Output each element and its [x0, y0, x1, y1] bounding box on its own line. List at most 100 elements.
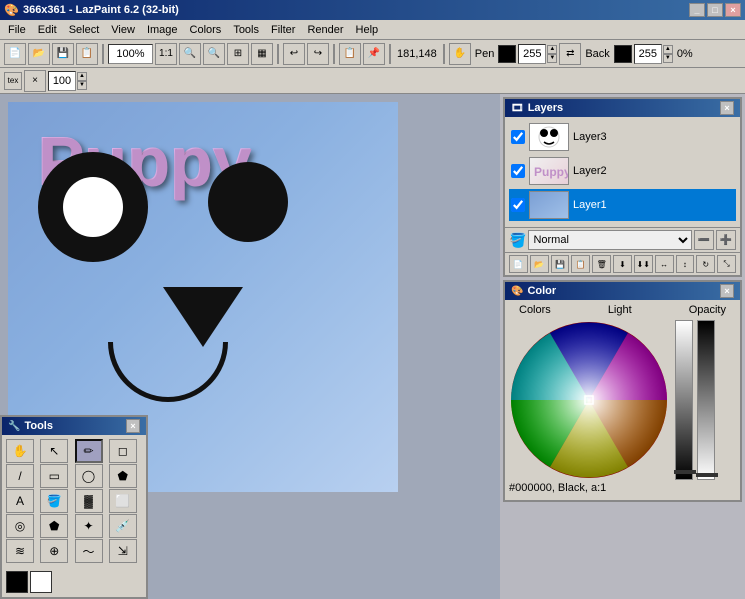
color-close-button[interactable]: ×	[720, 284, 734, 298]
zoom-out-button[interactable]: 🔍	[203, 43, 225, 65]
paste-button[interactable]: 📌	[363, 43, 385, 65]
back-spinner[interactable]: ▲ ▼	[663, 45, 673, 63]
zoom-input[interactable]	[108, 44, 153, 64]
flip-h-btn[interactable]: ↔	[655, 255, 674, 273]
fg-color-swatch[interactable]	[6, 571, 28, 593]
zoom-fit[interactable]: ⊞	[227, 43, 249, 65]
menu-filter[interactable]: Filter	[265, 22, 301, 38]
select-poly-tool[interactable]: ⬟	[40, 514, 68, 538]
opacity-text: 0%	[675, 48, 695, 60]
zoom-in-button[interactable]: 🔍	[179, 43, 201, 65]
layer3-item[interactable]: Layer3	[509, 121, 736, 153]
select-rect-tool[interactable]: ⬜	[109, 489, 137, 513]
menu-file[interactable]: File	[2, 22, 32, 38]
tex-up[interactable]: ▲	[77, 72, 87, 81]
back-value-input[interactable]	[634, 44, 662, 64]
maximize-button[interactable]: □	[707, 3, 723, 17]
layers-panel-title: 🎞 Layers ×	[505, 99, 740, 117]
menu-render[interactable]: Render	[301, 22, 349, 38]
layer3-thumb	[529, 123, 569, 151]
grid-button[interactable]: ▦	[251, 43, 273, 65]
arrow-tool[interactable]: ↖	[40, 439, 68, 463]
redo-button[interactable]: ↪	[307, 43, 329, 65]
tex-spinner[interactable]: ▲ ▼	[77, 72, 87, 90]
eraser-tool[interactable]: ◻	[109, 439, 137, 463]
layer1-item[interactable]: Layer1	[509, 189, 736, 221]
tex-value-input[interactable]	[48, 71, 76, 91]
deform-tool[interactable]: ⇲	[109, 539, 137, 563]
rect-tool[interactable]: ▭	[40, 464, 68, 488]
menu-colors[interactable]: Colors	[184, 22, 228, 38]
menu-edit[interactable]: Edit	[32, 22, 63, 38]
select-ellipse-tool[interactable]: ◎	[6, 514, 34, 538]
add-layer-btn[interactable]: 📄	[509, 255, 528, 273]
menu-image[interactable]: Image	[141, 22, 184, 38]
layers-close-button[interactable]: ×	[720, 101, 734, 115]
light-slider[interactable]	[675, 320, 693, 480]
title-text: 366x361 - LazPaint 6.2 (32-bit)	[23, 4, 179, 16]
move-tool[interactable]: ✋	[449, 43, 471, 65]
ellipse-tool[interactable]: ◯	[75, 464, 103, 488]
zoom-minus-btn[interactable]: ➖	[694, 230, 714, 250]
undo-button[interactable]: ↩	[283, 43, 305, 65]
tools-close-button[interactable]: ×	[126, 419, 140, 433]
resize-btn[interactable]: ⤡	[717, 255, 736, 273]
pen-down[interactable]: ▼	[547, 54, 557, 63]
colors-label: Colors	[519, 304, 551, 316]
hand-tool[interactable]: ✋	[6, 439, 34, 463]
layer3-checkbox[interactable]	[511, 130, 525, 144]
smudge-tool[interactable]: 〜	[75, 539, 103, 563]
menu-select[interactable]: Select	[63, 22, 106, 38]
menu-view[interactable]: View	[105, 22, 141, 38]
text-tool[interactable]: A	[6, 489, 34, 513]
back-up[interactable]: ▲	[663, 45, 673, 54]
layer1-checkbox[interactable]	[511, 198, 525, 212]
tex-down[interactable]: ▼	[77, 81, 87, 90]
opacity-slider[interactable]	[697, 320, 715, 480]
clone-tool[interactable]: ⊕	[40, 539, 68, 563]
back-color[interactable]	[614, 45, 632, 63]
save-button[interactable]: 💾	[52, 43, 74, 65]
select-magic-tool[interactable]: ✦	[75, 514, 103, 538]
layer2-item[interactable]: Puppy Layer2	[509, 155, 736, 187]
menu-tools[interactable]: Tools	[227, 22, 265, 38]
gradient-tool[interactable]: ▓	[75, 489, 103, 513]
layer2-checkbox[interactable]	[511, 164, 525, 178]
line-tool[interactable]: /	[6, 464, 34, 488]
save-layer-btn[interactable]: 💾	[551, 255, 570, 273]
back-down[interactable]: ▼	[663, 54, 673, 63]
rotate-btn[interactable]: ↻	[696, 255, 715, 273]
open-layer-btn[interactable]: 📂	[530, 255, 549, 273]
pen-color[interactable]	[498, 45, 516, 63]
new-button[interactable]: 📄	[4, 43, 26, 65]
layer-mode-select[interactable]: Normal	[528, 230, 692, 250]
open-button[interactable]: 📂	[28, 43, 50, 65]
close-button[interactable]: ×	[725, 3, 741, 17]
tex-toggle[interactable]: ×	[24, 70, 46, 92]
bg-color-swatch[interactable]	[30, 571, 52, 593]
eyedropper-tool[interactable]: 💉	[109, 514, 137, 538]
duplicate-layer-btn[interactable]: 📋	[571, 255, 590, 273]
delete-layer-btn[interactable]: 🗑	[592, 255, 611, 273]
merge-down-btn[interactable]: ⬇	[613, 255, 632, 273]
pen-value-input[interactable]	[518, 44, 546, 64]
color-icon: 🎨	[511, 286, 523, 297]
merge-all-btn[interactable]: ⬇⬇	[634, 255, 653, 273]
color-labels: Colors Light Opacity	[509, 304, 736, 316]
color-wheel-container[interactable]	[509, 320, 669, 480]
save-as-button[interactable]: 📋	[76, 43, 98, 65]
main-toolbar: 📄 📂 💾 📋 1:1 🔍 🔍 ⊞ ▦ ↩ ↪ 📋 📌 181,148 ✋ Pe…	[0, 40, 745, 68]
pen-tool[interactable]: ✏	[75, 439, 103, 463]
zoom-plus-btn[interactable]: ➕	[716, 230, 736, 250]
pen-spinner[interactable]: ▲ ▼	[547, 45, 557, 63]
pen-up[interactable]: ▲	[547, 45, 557, 54]
blur-tool[interactable]: ≋	[6, 539, 34, 563]
pen-label: Pen	[473, 48, 497, 60]
menu-help[interactable]: Help	[350, 22, 385, 38]
flip-v-btn[interactable]: ↕	[676, 255, 695, 273]
minimize-button[interactable]: _	[689, 3, 705, 17]
swap-colors[interactable]: ⇄	[559, 43, 581, 65]
copy-button[interactable]: 📋	[339, 43, 361, 65]
polygon-tool[interactable]: ⬟	[109, 464, 137, 488]
fill-tool[interactable]: 🪣	[40, 489, 68, 513]
